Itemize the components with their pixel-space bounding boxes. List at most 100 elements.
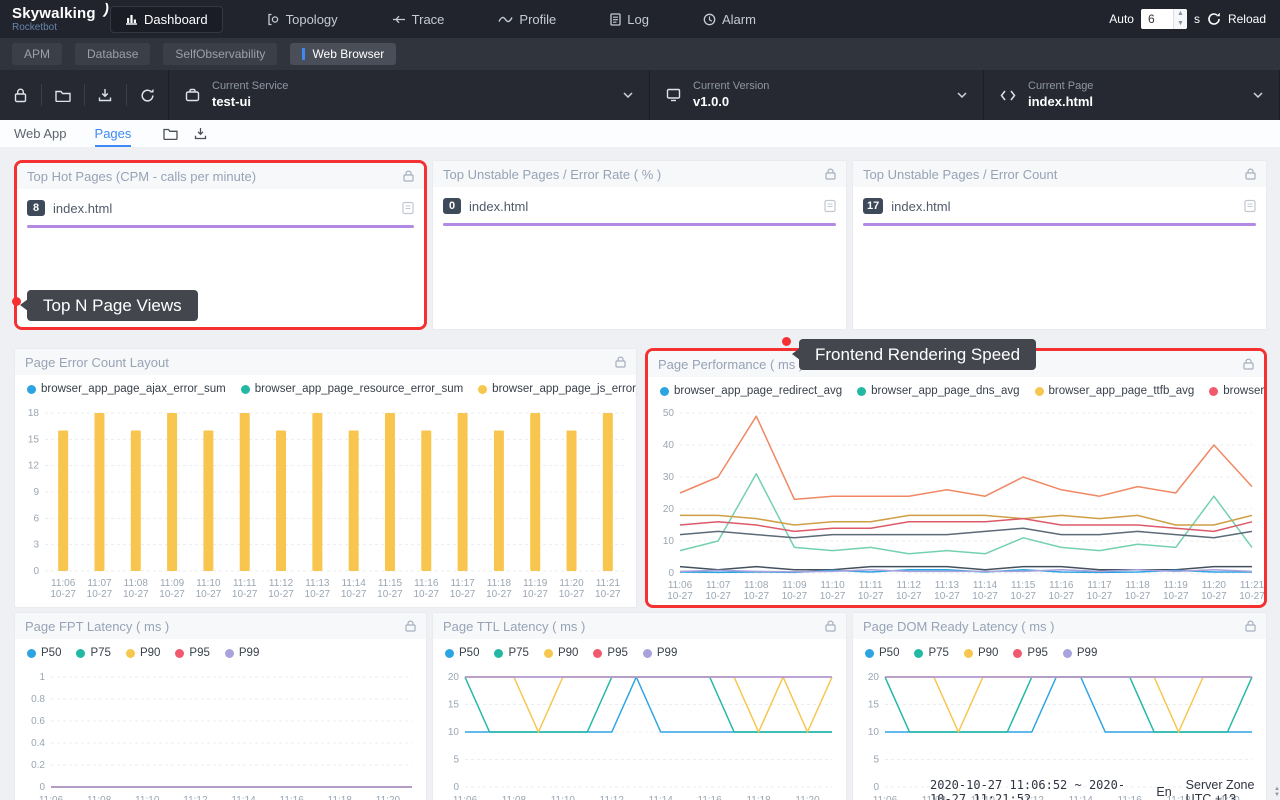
legend-item[interactable]: P95 xyxy=(175,647,209,659)
sub-tab-pages[interactable]: Pages xyxy=(95,120,132,147)
svg-text:10-27: 10-27 xyxy=(896,591,922,602)
time-range[interactable]: 2020-10-27 11:06:52 ~ 2020-10-27 11:21:5… xyxy=(930,778,1142,800)
legend-item[interactable]: P99 xyxy=(225,647,259,659)
language-selector[interactable]: En xyxy=(1156,785,1171,799)
svg-text:10-27: 10-27 xyxy=(559,589,585,600)
lock-icon[interactable] xyxy=(1245,620,1256,632)
lock-icon[interactable] xyxy=(825,620,836,632)
legend-label: browser_app_page_redirect_avg xyxy=(674,385,842,397)
group-tab-web-browser[interactable]: Web Browser xyxy=(290,43,396,65)
legend-item[interactable]: P50 xyxy=(865,647,899,659)
svg-text:10-27: 10-27 xyxy=(1125,591,1151,602)
auto-interval-value[interactable]: 6 xyxy=(1141,9,1173,29)
lock-icon[interactable] xyxy=(403,170,414,182)
lock-icon[interactable] xyxy=(615,356,626,368)
auto-interval-input[interactable]: 6 ▲▼ xyxy=(1141,9,1187,29)
page-error-count-panel: Page Error Count Layout browser_app_page… xyxy=(14,348,637,608)
legend-item[interactable]: P75 xyxy=(76,647,110,659)
lock-icon[interactable] xyxy=(405,620,416,632)
ttl-latency-line-chart[interactable]: 0510152011:0611:0811:1011:1211:1411:1611… xyxy=(433,667,846,800)
nav-item-profile[interactable]: Profile xyxy=(488,7,566,32)
nav-item-trace[interactable]: Trace xyxy=(382,7,455,32)
server-zone-selector[interactable]: Server Zone UTC +13 ▲▼ xyxy=(1186,778,1280,800)
svg-text:1: 1 xyxy=(39,672,45,683)
fpt-latency-line-chart[interactable]: 00.20.40.60.8111:0611:0811:1011:1211:141… xyxy=(15,667,426,800)
svg-text:30: 30 xyxy=(663,472,675,483)
legend-item[interactable]: P90 xyxy=(126,647,160,659)
legend-item[interactable]: browser_app_page_redirect_avg xyxy=(660,385,842,397)
folder-icon[interactable] xyxy=(42,89,83,102)
auto-interval-stepper[interactable]: ▲▼ xyxy=(1173,9,1187,29)
legend-item[interactable]: P75 xyxy=(914,647,948,659)
lock-icon[interactable] xyxy=(825,168,836,180)
legend-item[interactable]: P90 xyxy=(544,647,578,659)
legend-item[interactable]: browser_app_page_ajax_error_sum xyxy=(27,383,226,395)
svg-text:10-27: 10-27 xyxy=(196,589,222,600)
step-down-icon[interactable]: ▼ xyxy=(1174,19,1187,29)
selector-label: Current Service xyxy=(212,80,288,94)
svg-text:18: 18 xyxy=(28,408,40,419)
legend-item[interactable]: browser_app_page_resource_error_sum xyxy=(241,383,463,395)
selector-current-service[interactable]: Current Servicetest-ui xyxy=(169,70,649,120)
sub-tab-items: Web App Pages xyxy=(14,120,159,147)
folder-icon[interactable] xyxy=(163,128,178,140)
reload-icon[interactable] xyxy=(1207,12,1221,26)
step-down-icon[interactable]: ▼ xyxy=(1274,792,1280,798)
legend-item[interactable]: P50 xyxy=(445,647,479,659)
group-tab-database[interactable]: Database xyxy=(75,43,150,65)
clipboard-icon[interactable] xyxy=(1244,199,1256,213)
svg-text:11:13: 11:13 xyxy=(305,578,330,589)
step-up-icon[interactable]: ▲ xyxy=(1174,9,1187,19)
legend-item[interactable]: P99 xyxy=(643,647,677,659)
legend-item[interactable]: browser_app_page_dns_avg xyxy=(857,385,1019,397)
svg-text:11:16: 11:16 xyxy=(698,795,723,800)
svg-text:11:20: 11:20 xyxy=(376,795,401,800)
dashboard-group-tabs: APM Database SelfObservability Web Browser xyxy=(0,38,1280,70)
legend-item[interactable]: browser_app_page_tcp_avg xyxy=(1209,385,1264,397)
zone-stepper[interactable]: ▲▼ xyxy=(1274,786,1280,798)
list-item[interactable]: 0 index.html xyxy=(433,187,846,214)
skywalking-logo[interactable]: Skywalking) Rocketbot xyxy=(0,6,100,33)
clipboard-icon[interactable] xyxy=(824,199,836,213)
page-performance-line-chart[interactable]: 0102030405011:0610-2711:0710-2711:0810-2… xyxy=(648,405,1264,607)
lock-icon[interactable] xyxy=(0,88,41,103)
reload-button[interactable]: Reload xyxy=(1228,12,1266,26)
clipboard-icon[interactable] xyxy=(402,201,414,215)
svg-text:11:08: 11:08 xyxy=(502,795,527,800)
legend-label: browser_app_page_ajax_error_sum xyxy=(41,383,226,395)
group-tab-apm[interactable]: APM xyxy=(12,43,62,65)
legend-item[interactable]: P90 xyxy=(964,647,998,659)
lock-icon[interactable] xyxy=(1243,358,1254,370)
legend-item[interactable]: P95 xyxy=(593,647,627,659)
download-icon[interactable] xyxy=(85,88,126,102)
svg-text:10-27: 10-27 xyxy=(743,591,769,602)
group-tab-selfobservability[interactable]: SelfObservability xyxy=(163,43,277,65)
legend-item[interactable]: P95 xyxy=(1013,647,1047,659)
nav-item-dashboard[interactable]: Dashboard xyxy=(110,6,223,33)
svg-text:10-27: 10-27 xyxy=(305,589,331,600)
annotation-top-n-page-views: Top N Page Views xyxy=(27,290,198,321)
refresh-icon[interactable] xyxy=(127,88,168,103)
legend-item[interactable]: P99 xyxy=(1063,647,1097,659)
nav-item-alarm[interactable]: Alarm xyxy=(693,7,766,32)
svg-text:10-27: 10-27 xyxy=(1049,591,1075,602)
svg-text:11:17: 11:17 xyxy=(1087,580,1112,591)
page-name: index.html xyxy=(469,199,816,214)
legend-item[interactable]: P75 xyxy=(494,647,528,659)
legend-item[interactable]: browser_app_page_js_error_sum xyxy=(478,383,636,395)
list-item[interactable]: 17 index.html xyxy=(853,187,1266,214)
legend-item[interactable]: P50 xyxy=(27,647,61,659)
selector-current-version[interactable]: Current Versionv1.0.0 xyxy=(650,70,983,120)
selector-current-page[interactable]: Current Pageindex.html xyxy=(984,70,1279,120)
sub-tab-web-app[interactable]: Web App xyxy=(14,120,67,147)
nav-item-topology[interactable]: Topology xyxy=(257,7,348,32)
download-icon[interactable] xyxy=(194,127,207,140)
list-item[interactable]: 8 index.html xyxy=(17,189,424,216)
svg-text:10-27: 10-27 xyxy=(522,589,548,600)
svg-text:11:06: 11:06 xyxy=(39,795,64,800)
svg-text:20: 20 xyxy=(448,672,460,683)
legend-item[interactable]: browser_app_page_ttfb_avg xyxy=(1035,385,1195,397)
error-count-bar-chart[interactable]: 036912151811:0610-2711:0710-2711:0810-27… xyxy=(15,403,636,605)
nav-item-log[interactable]: Log xyxy=(600,7,659,32)
lock-icon[interactable] xyxy=(1245,168,1256,180)
